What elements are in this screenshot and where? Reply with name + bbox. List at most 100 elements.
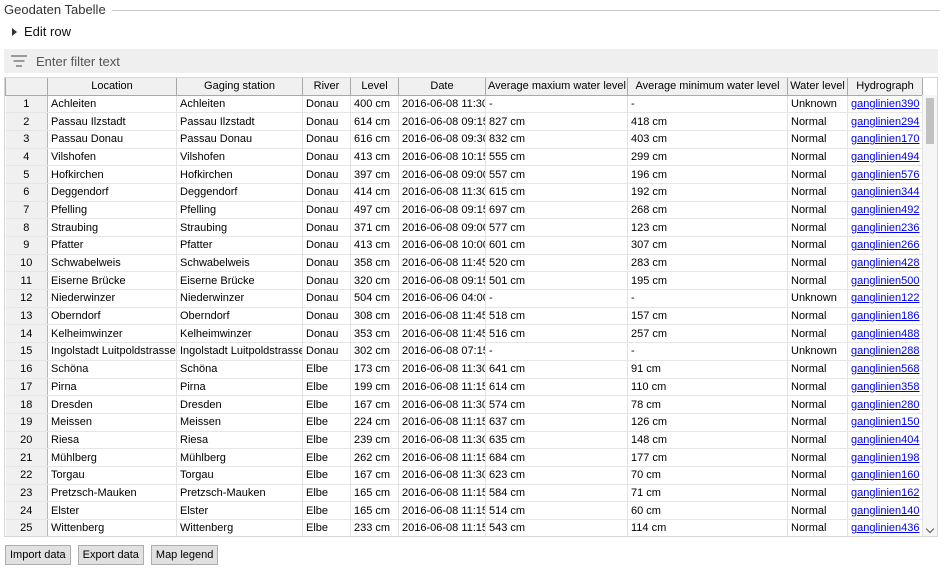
hydrograph-link[interactable]: ganglinien122 [851, 292, 920, 304]
scroll-down-arrow-icon[interactable] [925, 524, 935, 534]
cell-level: 414 cm [350, 183, 399, 202]
column-header-river[interactable]: River [302, 78, 351, 96]
hydrograph-link[interactable]: ganglinien488 [851, 328, 920, 340]
hydrograph-link[interactable]: ganglinien170 [851, 133, 920, 145]
hydrograph-link[interactable]: ganglinien576 [851, 169, 920, 181]
cell-avg-max-level: 557 cm [485, 165, 628, 184]
hydrograph-link[interactable]: ganglinien428 [851, 257, 920, 269]
cell-water-level: Normal [787, 201, 848, 220]
cell-level: 616 cm [350, 130, 399, 149]
cell-date: 2016-06-08 11:30 [398, 360, 486, 379]
column-header-date[interactable]: Date [398, 78, 486, 96]
table-row[interactable]: 10 Schwabelweis Schwabelweis Donau 358 cm 201… [5, 254, 923, 273]
hydrograph-link[interactable]: ganglinien390 [851, 98, 920, 110]
column-header-water-level[interactable]: Water level [787, 78, 848, 96]
cell-river: Elbe [302, 466, 351, 485]
column-header-hydrograph[interactable]: Hydrograph [847, 78, 923, 96]
cell-water-level: Normal [787, 431, 848, 450]
table-row[interactable]: 19 Meissen Meissen Elbe 224 cm 2016-06-08 11:… [5, 413, 923, 432]
hydrograph-link[interactable]: ganglinien436 [851, 522, 920, 534]
hydrograph-link[interactable]: ganglinien160 [851, 469, 920, 481]
cell-index: 13 [5, 307, 48, 326]
hydrograph-link[interactable]: ganglinien500 [851, 275, 920, 287]
hydrograph-link[interactable]: ganglinien280 [851, 399, 920, 411]
cell-date: 2016-06-08 11:30 [398, 95, 486, 114]
column-header-index[interactable] [5, 78, 48, 96]
column-header-avg-max-level[interactable]: Average maxium water level [485, 78, 628, 96]
table-row[interactable]: 3 Passau Donau Passau Donau Donau 616 cm 2016… [5, 130, 923, 149]
table-row[interactable]: 5 Hofkirchen Hofkirchen Donau 397 cm 2016-06-… [5, 165, 923, 184]
filter-input[interactable] [36, 53, 916, 69]
column-header-gaging-station[interactable]: Gaging station [176, 78, 303, 96]
hydrograph-link[interactable]: ganglinien404 [851, 434, 920, 446]
table-row[interactable]: 14 Kelheimwinzer Kelheimwinzer Donau 353 cm 2… [5, 324, 923, 344]
scrollbar-thumb[interactable] [926, 98, 934, 144]
cell-gaging-station: Pirna [176, 378, 303, 397]
cell-river: Donau [302, 148, 351, 167]
cell-avg-min-level: 195 cm [627, 271, 788, 291]
cell-hydrograph: ganglinien288 [847, 342, 923, 361]
cell-water-level: Normal [787, 254, 848, 273]
cell-date: 2016-06-08 11:45 [398, 307, 486, 326]
cell-gaging-station: Torgau [176, 466, 303, 485]
cell-location: Niederwinzer [47, 289, 177, 308]
cell-gaging-station: Eiserne Brücke [176, 271, 303, 291]
cell-river: Donau [302, 95, 351, 114]
table-row[interactable]: 18 Dresden Dresden Elbe 167 cm 2016-06-08 11:… [5, 395, 923, 414]
hydrograph-link[interactable]: ganglinien358 [851, 381, 920, 393]
table-row[interactable]: 13 Oberndorf Oberndorf Donau 308 cm 2016-06-0… [5, 307, 923, 326]
hydrograph-link[interactable]: ganglinien344 [851, 186, 920, 198]
cell-hydrograph: ganglinien236 [847, 218, 923, 237]
table-row[interactable]: 12 Niederwinzer Niederwinzer Donau 504 cm 201… [5, 289, 923, 308]
hydrograph-link[interactable]: ganglinien294 [851, 116, 920, 128]
export-data-button[interactable]: Export data [77, 545, 144, 565]
import-data-button[interactable]: Import data [5, 545, 71, 565]
table-row[interactable]: 24 Elster Elster Elbe 165 cm 2016-06-08 11:15… [5, 501, 923, 520]
hydrograph-link[interactable]: ganglinien140 [851, 505, 920, 517]
hydrograph-link[interactable]: ganglinien236 [851, 222, 920, 234]
cell-avg-min-level: 91 cm [627, 360, 788, 379]
cell-gaging-station: Passau Donau [176, 130, 303, 149]
cell-date: 2016-06-08 11:30 [398, 395, 486, 414]
cell-water-level: Normal [787, 360, 848, 379]
hydrograph-link[interactable]: ganglinien266 [851, 239, 920, 251]
hydrograph-link[interactable]: ganglinien494 [851, 151, 920, 163]
vertical-scrollbar[interactable] [922, 95, 937, 536]
edit-row-expander[interactable]: Edit row [12, 24, 71, 39]
map-legend-button[interactable]: Map legend [150, 545, 219, 565]
table-row[interactable]: 17 Pirna Pirna Elbe 199 cm 2016-06-08 11:15 61… [5, 378, 923, 397]
table-row[interactable]: 11 Eiserne Brücke Eiserne Brücke Donau 320 c… [5, 271, 923, 291]
column-header-avg-min-level[interactable]: Average minimum water level [627, 78, 788, 96]
cell-location: Straubing [47, 218, 177, 237]
table-row[interactable]: 21 Mühlberg Mühlberg Elbe 262 cm 2016-06-08 1… [5, 448, 923, 467]
table-row[interactable]: 22 Torgau Torgau Elbe 167 cm 2016-06-08 11:30… [5, 466, 923, 485]
column-header-location[interactable]: Location [47, 78, 177, 96]
table-row[interactable]: 4 Vilshofen Vilshofen Donau 413 cm 2016-06-08… [5, 148, 923, 167]
table-row[interactable]: 8 Straubing Straubing Donau 371 cm 2016-06-08… [5, 218, 923, 237]
table-row[interactable]: 2 Passau Ilzstadt Passau Ilzstadt Donau 614 … [5, 112, 923, 131]
table-header-row: Location Gaging station River Level Date Aver… [5, 78, 923, 96]
hydrograph-link[interactable]: ganglinien492 [851, 204, 920, 216]
cell-level: 167 cm [350, 395, 399, 414]
cell-index: 10 [5, 254, 48, 273]
hydrograph-link[interactable]: ganglinien186 [851, 310, 920, 322]
hydrograph-link[interactable]: ganglinien288 [851, 345, 920, 357]
hydrograph-link[interactable]: ganglinien568 [851, 363, 920, 375]
table-row[interactable]: 25 Wittenberg Wittenberg Elbe 233 cm 2016-06-… [5, 519, 923, 536]
hydrograph-link[interactable]: ganglinien198 [851, 452, 920, 464]
table-row[interactable]: 15 Ingolstadt Luitpoldstrasse Ingolstadt L… [5, 342, 923, 361]
table-row[interactable]: 16 Schöna Schöna Elbe 173 cm 2016-06-08 11:30… [5, 360, 923, 379]
cell-hydrograph: ganglinien488 [847, 324, 923, 344]
table-row[interactable]: 23 Pretzsch-Mauken Pretzsch-Mauken Elbe 165 … [5, 484, 923, 503]
cell-water-level: Normal [787, 501, 848, 520]
cell-index: 20 [5, 431, 48, 450]
table-row[interactable]: 7 Pfelling Pfelling Donau 497 cm 2016-06-08 0… [5, 201, 923, 220]
cell-index: 8 [5, 218, 48, 237]
table-row[interactable]: 6 Deggendorf Deggendorf Donau 414 cm 2016-06-… [5, 183, 923, 202]
table-row[interactable]: 1 Achleiten Achleiten Donau 400 cm 2016-06-08… [5, 95, 923, 114]
table-row[interactable]: 9 Pfatter Pfatter Donau 413 cm 2016-06-08 10:… [5, 236, 923, 255]
hydrograph-link[interactable]: ganglinien162 [851, 487, 920, 499]
column-header-level[interactable]: Level [350, 78, 399, 96]
table-row[interactable]: 20 Riesa Riesa Elbe 239 cm 2016-06-08 11:30 63… [5, 431, 923, 450]
hydrograph-link[interactable]: ganglinien150 [851, 416, 920, 428]
